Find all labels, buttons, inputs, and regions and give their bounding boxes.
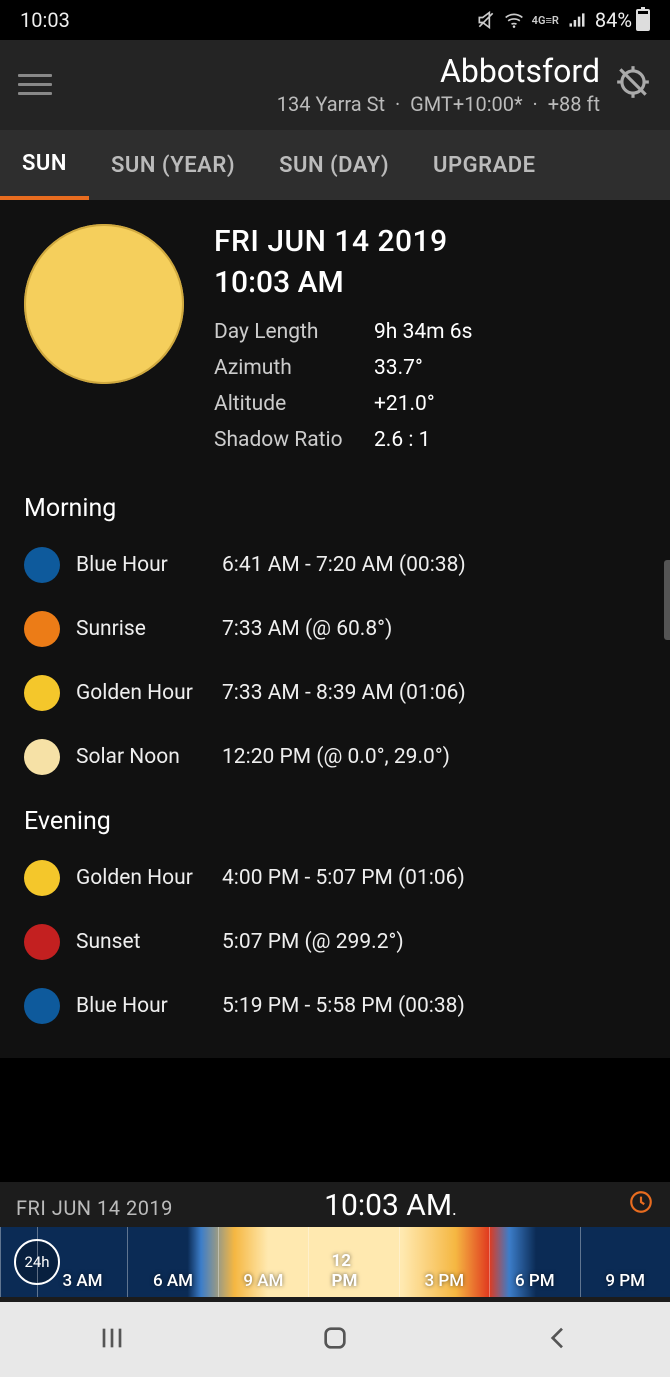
sun-disc-icon	[24, 224, 184, 384]
tab-sun[interactable]: SUN	[0, 130, 89, 200]
stat-value: 33.7°	[374, 356, 423, 380]
timeline-tick: 6 AM	[127, 1227, 217, 1297]
timeline-time: 10:03 AM.	[324, 1188, 457, 1223]
wifi-icon	[504, 10, 524, 30]
event-color-dot	[24, 611, 60, 647]
event-row: Blue Hour 5:19 PM - 5:58 PM (00:38)	[24, 984, 646, 1028]
stat-value: 2.6 : 1	[374, 428, 430, 452]
status-time: 10:03	[20, 8, 70, 32]
event-row: Sunrise 7:33 AM (@ 60.8°)	[24, 607, 646, 651]
event-row: Sunset 5:07 PM (@ 299.2°)	[24, 920, 646, 964]
event-label: Blue Hour	[76, 553, 206, 577]
timeline-tick: 12 PM	[308, 1227, 398, 1297]
event-row: Golden Hour 7:33 AM - 8:39 AM (01:06)	[24, 671, 646, 715]
scroll-indicator	[664, 560, 670, 640]
timeline-tick-label: 6 PM	[515, 1271, 555, 1291]
back-button[interactable]	[542, 1322, 574, 1358]
timeline-tick: 6 PM	[489, 1227, 579, 1297]
timeline-date: FRI JUN 14 2019	[16, 1196, 173, 1220]
event-value: 7:33 AM - 8:39 AM (01:06)	[222, 681, 466, 705]
timeline[interactable]: FRI JUN 14 2019 10:03 AM. 24h 3 AM6 AM9 …	[0, 1182, 670, 1302]
battery-indicator: 84%	[595, 8, 650, 32]
stat-row: Shadow Ratio2.6 : 1	[214, 428, 646, 452]
event-value: 12:20 PM (@ 0.0°, 29.0°)	[222, 745, 450, 769]
evening-heading: Evening	[24, 807, 646, 836]
stat-value: 9h 34m 6s	[374, 320, 472, 344]
stat-label: Day Length	[214, 320, 374, 344]
summary-time: 10:03 AM	[214, 265, 646, 300]
morning-heading: Morning	[24, 494, 646, 523]
timeline-tick: 9 AM	[218, 1227, 308, 1297]
signal-icon	[567, 10, 587, 30]
timeline-tick-label: 6 AM	[153, 1271, 193, 1291]
event-label: Solar Noon	[76, 745, 206, 769]
stat-row: Azimuth33.7°	[214, 356, 646, 380]
event-value: 4:00 PM - 5:07 PM (01:06)	[222, 866, 465, 890]
timeline-tick: 9 PM	[580, 1227, 670, 1297]
timeline-tick-label: 9 AM	[243, 1271, 283, 1291]
event-color-dot	[24, 739, 60, 775]
network-type: 4G≡R	[532, 16, 559, 25]
event-color-dot	[24, 988, 60, 1024]
stat-label: Altitude	[214, 392, 374, 416]
event-color-dot	[24, 860, 60, 896]
timeline-tick-label: 9 PM	[605, 1271, 645, 1291]
tab-sun-day[interactable]: SUN (DAY)	[257, 130, 411, 200]
stat-row: Altitude+21.0°	[214, 392, 646, 416]
event-row: Solar Noon 12:20 PM (@ 0.0°, 29.0°)	[24, 735, 646, 779]
timeline-strip[interactable]: 24h 3 AM6 AM9 AM12 PM3 PM6 PM9 PM	[0, 1227, 670, 1297]
event-label: Blue Hour	[76, 994, 206, 1018]
event-label: Sunset	[76, 930, 206, 954]
tab-bar: SUN SUN (YEAR) SUN (DAY) UPGRADE	[0, 130, 670, 200]
android-nav-bar	[0, 1302, 670, 1377]
tab-sun-year[interactable]: SUN (YEAR)	[89, 130, 257, 200]
event-color-dot	[24, 924, 60, 960]
timeline-tick-label: 3 AM	[62, 1271, 102, 1291]
timeline-tick: 3 PM	[399, 1227, 489, 1297]
battery-pct: 84%	[595, 8, 632, 32]
app-header: Abbotsford 134 Yarra St · GMT+10:00* · +…	[0, 40, 670, 130]
stat-value: +21.0°	[374, 392, 435, 416]
event-label: Golden Hour	[76, 681, 206, 705]
stat-row: Day Length9h 34m 6s	[214, 320, 646, 344]
home-button[interactable]	[319, 1322, 351, 1358]
event-row: Blue Hour 6:41 AM - 7:20 AM (00:38)	[24, 543, 646, 587]
timeline-tick-label: 12 PM	[331, 1251, 376, 1291]
event-color-dot	[24, 547, 60, 583]
clock-icon[interactable]	[628, 1189, 654, 1220]
summary-date: FRI JUN 14 2019	[214, 224, 646, 259]
menu-button[interactable]	[18, 74, 52, 95]
event-row: Golden Hour 4:00 PM - 5:07 PM (01:06)	[24, 856, 646, 900]
event-value: 5:19 PM - 5:58 PM (00:38)	[222, 994, 465, 1018]
mute-icon	[476, 10, 496, 30]
gps-off-icon[interactable]	[614, 63, 652, 105]
stat-label: Azimuth	[214, 356, 374, 380]
main-content: FRI JUN 14 2019 10:03 AM Day Length9h 34…	[0, 200, 670, 1058]
location-title: Abbotsford	[52, 52, 600, 90]
event-value: 6:41 AM - 7:20 AM (00:38)	[222, 553, 466, 577]
event-value: 7:33 AM (@ 60.8°)	[222, 617, 392, 641]
timeline-tick-label: 3 PM	[425, 1271, 465, 1291]
timeline-tick: 3 AM	[37, 1227, 127, 1297]
tab-upgrade[interactable]: UPGRADE	[411, 130, 557, 200]
status-bar: 10:03 4G≡R 84%	[0, 0, 670, 40]
event-label: Sunrise	[76, 617, 206, 641]
location-subtitle: 134 Yarra St · GMT+10:00* · +88 ft	[52, 92, 600, 116]
stat-label: Shadow Ratio	[214, 428, 374, 452]
event-value: 5:07 PM (@ 299.2°)	[222, 930, 404, 954]
event-color-dot	[24, 675, 60, 711]
recents-button[interactable]	[96, 1322, 128, 1358]
event-label: Golden Hour	[76, 866, 206, 890]
